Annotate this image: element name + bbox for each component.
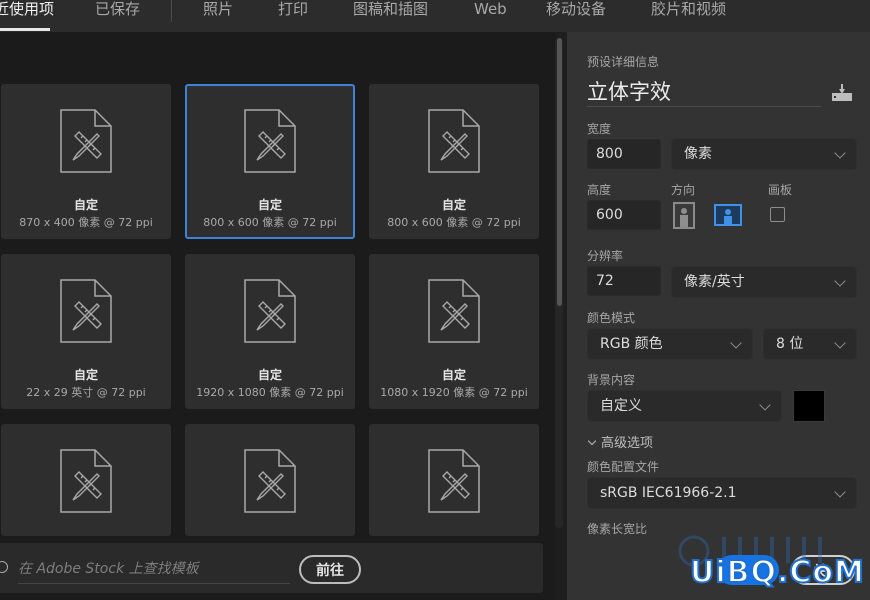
chevron-down-icon [587, 436, 597, 446]
preset-card[interactable]: 自定 1080 x 1920 像素 @ 72 ppi [369, 254, 539, 409]
document-icon [59, 278, 113, 344]
color-mode-value: RGB 颜色 [600, 336, 663, 352]
preset-description: 1920 x 1080 像素 @ 72 ppi [196, 386, 344, 399]
background-color-swatch[interactable] [793, 390, 825, 422]
active-tab-indicator [0, 28, 50, 31]
tab-divider [171, 0, 172, 22]
resolution-unit-select[interactable]: 像素/英寸 [671, 266, 857, 298]
background-label: 背景内容 [587, 373, 636, 387]
document-icon [243, 448, 297, 514]
document-icon [427, 108, 481, 174]
artboard-label: 画板 [768, 183, 793, 197]
preset-card[interactable]: 自定 870 x 400 像素 @ 72 ppi [1, 84, 171, 239]
preset-description: 870 x 400 像素 @ 72 ppi [19, 216, 153, 229]
bit-depth-value: 8 位 [776, 336, 804, 352]
preset-description: 22 x 29 英寸 @ 72 ppi [26, 386, 146, 399]
preset-details-panel: 预设详细信息 立体字效 宽度 800 像素 高度 600 方向 画板 分辨率 7… [567, 32, 870, 600]
preset-description: 1080 x 1920 像素 @ 72 ppi [380, 386, 528, 399]
document-icon [427, 278, 481, 344]
bit-depth-select[interactable]: 8 位 [763, 328, 857, 360]
document-icon [59, 448, 113, 514]
tab-photo[interactable]: 照片 [203, 0, 233, 30]
chevron-down-icon [759, 399, 771, 411]
search-icon [0, 561, 8, 573]
tab-recent[interactable]: 近使用项 [0, 0, 54, 30]
go-button[interactable]: 前往 [299, 555, 361, 584]
preset-description: 800 x 600 像素 @ 72 ppi [203, 216, 337, 229]
preset-card[interactable]: 自定 800 x 600 像素 @ 72 ppi [185, 84, 355, 239]
tab-mobile[interactable]: 移动设备 [546, 0, 606, 30]
color-profile-label: 颜色配置文件 [587, 460, 660, 474]
preset-card[interactable]: 自定 22 x 29 英寸 @ 72 ppi [1, 254, 171, 409]
chevron-down-icon [834, 486, 846, 498]
scrollbar-thumb[interactable] [557, 38, 562, 306]
width-unit-select[interactable]: 像素 [671, 138, 857, 170]
width-label: 宽度 [587, 122, 612, 136]
preset-card[interactable] [369, 424, 539, 536]
preset-name: 自定 [73, 368, 98, 382]
person-icon [680, 208, 688, 227]
resolution-label: 分辨率 [587, 249, 624, 263]
color-profile-select[interactable]: sRGB IEC61966-2.1 [587, 477, 857, 509]
save-preset-icon[interactable] [831, 84, 853, 102]
stock-search-input[interactable] [18, 555, 290, 584]
person-icon [724, 209, 732, 224]
orientation-portrait-button[interactable] [673, 202, 695, 229]
chevron-down-icon [834, 275, 846, 287]
advanced-options-toggle[interactable]: 高级选项 [587, 432, 653, 451]
width-unit-value: 像素 [684, 146, 712, 162]
preset-name: 自定 [73, 198, 98, 212]
tab-print[interactable]: 打印 [278, 0, 308, 30]
document-icon [59, 108, 113, 174]
preset-card[interactable]: 自定 800 x 600 像素 @ 72 ppi [369, 84, 539, 239]
tab-saved[interactable]: 已保存 [95, 0, 140, 30]
resolution-unit-value: 像素/英寸 [684, 274, 745, 290]
color-profile-value: sRGB IEC61966-2.1 [600, 485, 737, 501]
top-tab-bar: 近使用项 已保存 照片 打印 图稿和插图 Web 移动设备 胶片和视频 [0, 0, 870, 32]
stock-search-bar: 前往 [0, 543, 543, 593]
artboard-checkbox[interactable] [770, 207, 785, 222]
color-mode-select[interactable]: RGB 颜色 [587, 328, 753, 360]
height-input[interactable]: 600 [587, 200, 661, 230]
orientation-landscape-button[interactable] [714, 204, 742, 226]
watermark-text: UiBQ.CoM [689, 554, 865, 591]
document-icon [243, 278, 297, 344]
pixel-aspect-label: 像素长宽比 [587, 522, 648, 536]
preset-name: 自定 [441, 368, 466, 382]
background-value: 自定义 [600, 398, 642, 414]
chevron-down-icon [730, 337, 742, 349]
preset-name: 自定 [441, 198, 466, 212]
chevron-down-icon [834, 147, 846, 159]
preset-card[interactable]: 自定 1920 x 1080 像素 @ 72 ppi [185, 254, 355, 409]
preset-card[interactable] [185, 424, 355, 536]
preset-card[interactable] [1, 424, 171, 536]
preset-description: 800 x 600 像素 @ 72 ppi [387, 216, 521, 229]
chevron-down-icon [834, 337, 846, 349]
document-icon [427, 448, 481, 514]
color-mode-label: 颜色模式 [587, 311, 636, 325]
height-label: 高度 [587, 183, 612, 197]
background-select[interactable]: 自定义 [587, 390, 782, 422]
document-icon [243, 108, 297, 174]
section-title: 预设详细信息 [587, 55, 660, 69]
preset-name-field[interactable]: 立体字效 [587, 76, 821, 107]
tab-film-video[interactable]: 胶片和视频 [651, 0, 726, 30]
preset-name: 自定 [257, 198, 282, 212]
tab-art-illustration[interactable]: 图稿和插图 [353, 0, 428, 30]
preset-name: 自定 [257, 368, 282, 382]
resolution-input[interactable]: 72 [587, 266, 661, 296]
width-input[interactable]: 800 [587, 139, 661, 169]
orientation-label: 方向 [671, 183, 696, 197]
tab-web[interactable]: Web [474, 0, 507, 30]
advanced-options-label: 高级选项 [601, 436, 654, 451]
